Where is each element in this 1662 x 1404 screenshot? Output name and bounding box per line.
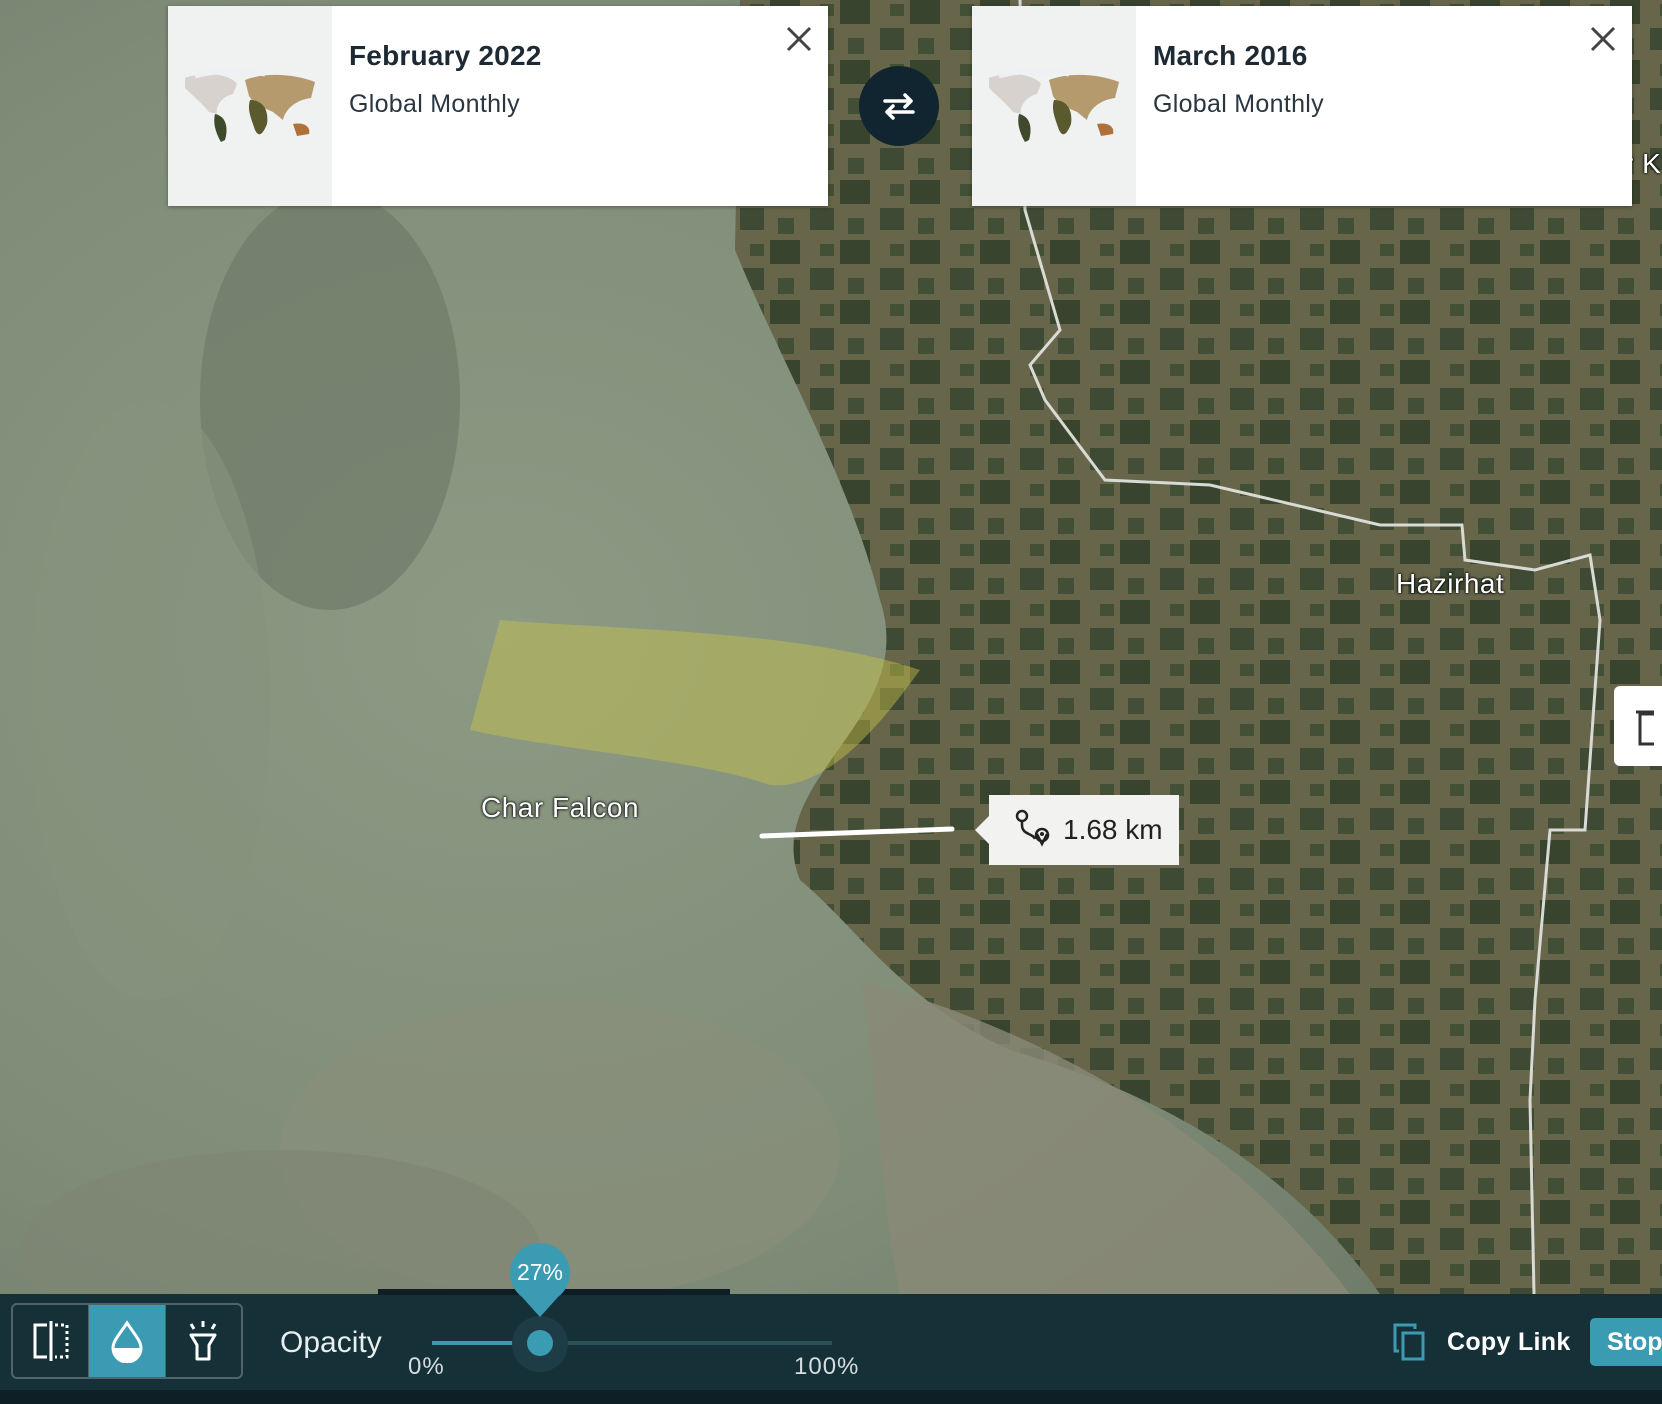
stop-compare-button[interactable]: Stop — [1590, 1318, 1662, 1366]
opacity-max-label: 100% — [794, 1353, 860, 1380]
opacity-drop-icon — [111, 1320, 143, 1363]
opacity-value-tooltip: 27% — [508, 1243, 572, 1319]
compare-card-right[interactable]: March 2016 Global Monthly — [972, 6, 1632, 206]
copy-link-button[interactable]: Copy Link — [1391, 1323, 1571, 1361]
compare-card-left[interactable]: February 2022 Global Monthly — [168, 6, 828, 206]
copy-icon — [1393, 1323, 1425, 1361]
place-label-hazirhat: Hazirhat — [1396, 568, 1505, 599]
delete-tab[interactable] — [1614, 686, 1662, 766]
compare-right-subtitle: Global Monthly — [1153, 90, 1324, 118]
split-compare-icon — [33, 1321, 69, 1361]
spotlight-icon — [189, 1321, 217, 1361]
route-icon — [1011, 807, 1053, 854]
world-map-icon — [168, 6, 332, 206]
trash-icon — [1636, 710, 1658, 746]
measurement-tooltip[interactable]: 1.68 km — [975, 795, 1179, 865]
opacity-min-label: 0% — [408, 1353, 445, 1380]
compare-mode-tools — [11, 1303, 243, 1379]
copy-link-label: Copy Link — [1447, 1327, 1571, 1356]
swap-arrows-icon — [883, 93, 915, 120]
opacity-mode-button[interactable] — [88, 1305, 165, 1377]
compare-right-title: March 2016 — [1153, 40, 1308, 71]
opacity-label: Opacity — [280, 1326, 382, 1359]
place-label-char-falcon: Char Falcon — [481, 792, 640, 823]
swap-compare-button[interactable] — [859, 66, 939, 146]
opacity-slider-thumb[interactable] — [527, 1330, 553, 1356]
compare-left-subtitle: Global Monthly — [349, 90, 520, 118]
close-icon[interactable] — [1588, 24, 1618, 54]
split-compare-button[interactable] — [13, 1305, 88, 1377]
bottom-strip — [0, 1390, 1662, 1404]
measurement-value: 1.68 km — [1063, 814, 1163, 845]
map-imagery — [0, 0, 1662, 1404]
satellite-map[interactable]: Char Falcon Hazirhat r K 1.68 km — [0, 0, 1662, 1404]
close-icon[interactable] — [784, 24, 814, 54]
spotlight-mode-button[interactable] — [164, 1305, 241, 1377]
opacity-value-label: 27% — [516, 1259, 564, 1285]
world-map-icon — [972, 6, 1136, 206]
compare-left-title: February 2022 — [349, 40, 542, 71]
